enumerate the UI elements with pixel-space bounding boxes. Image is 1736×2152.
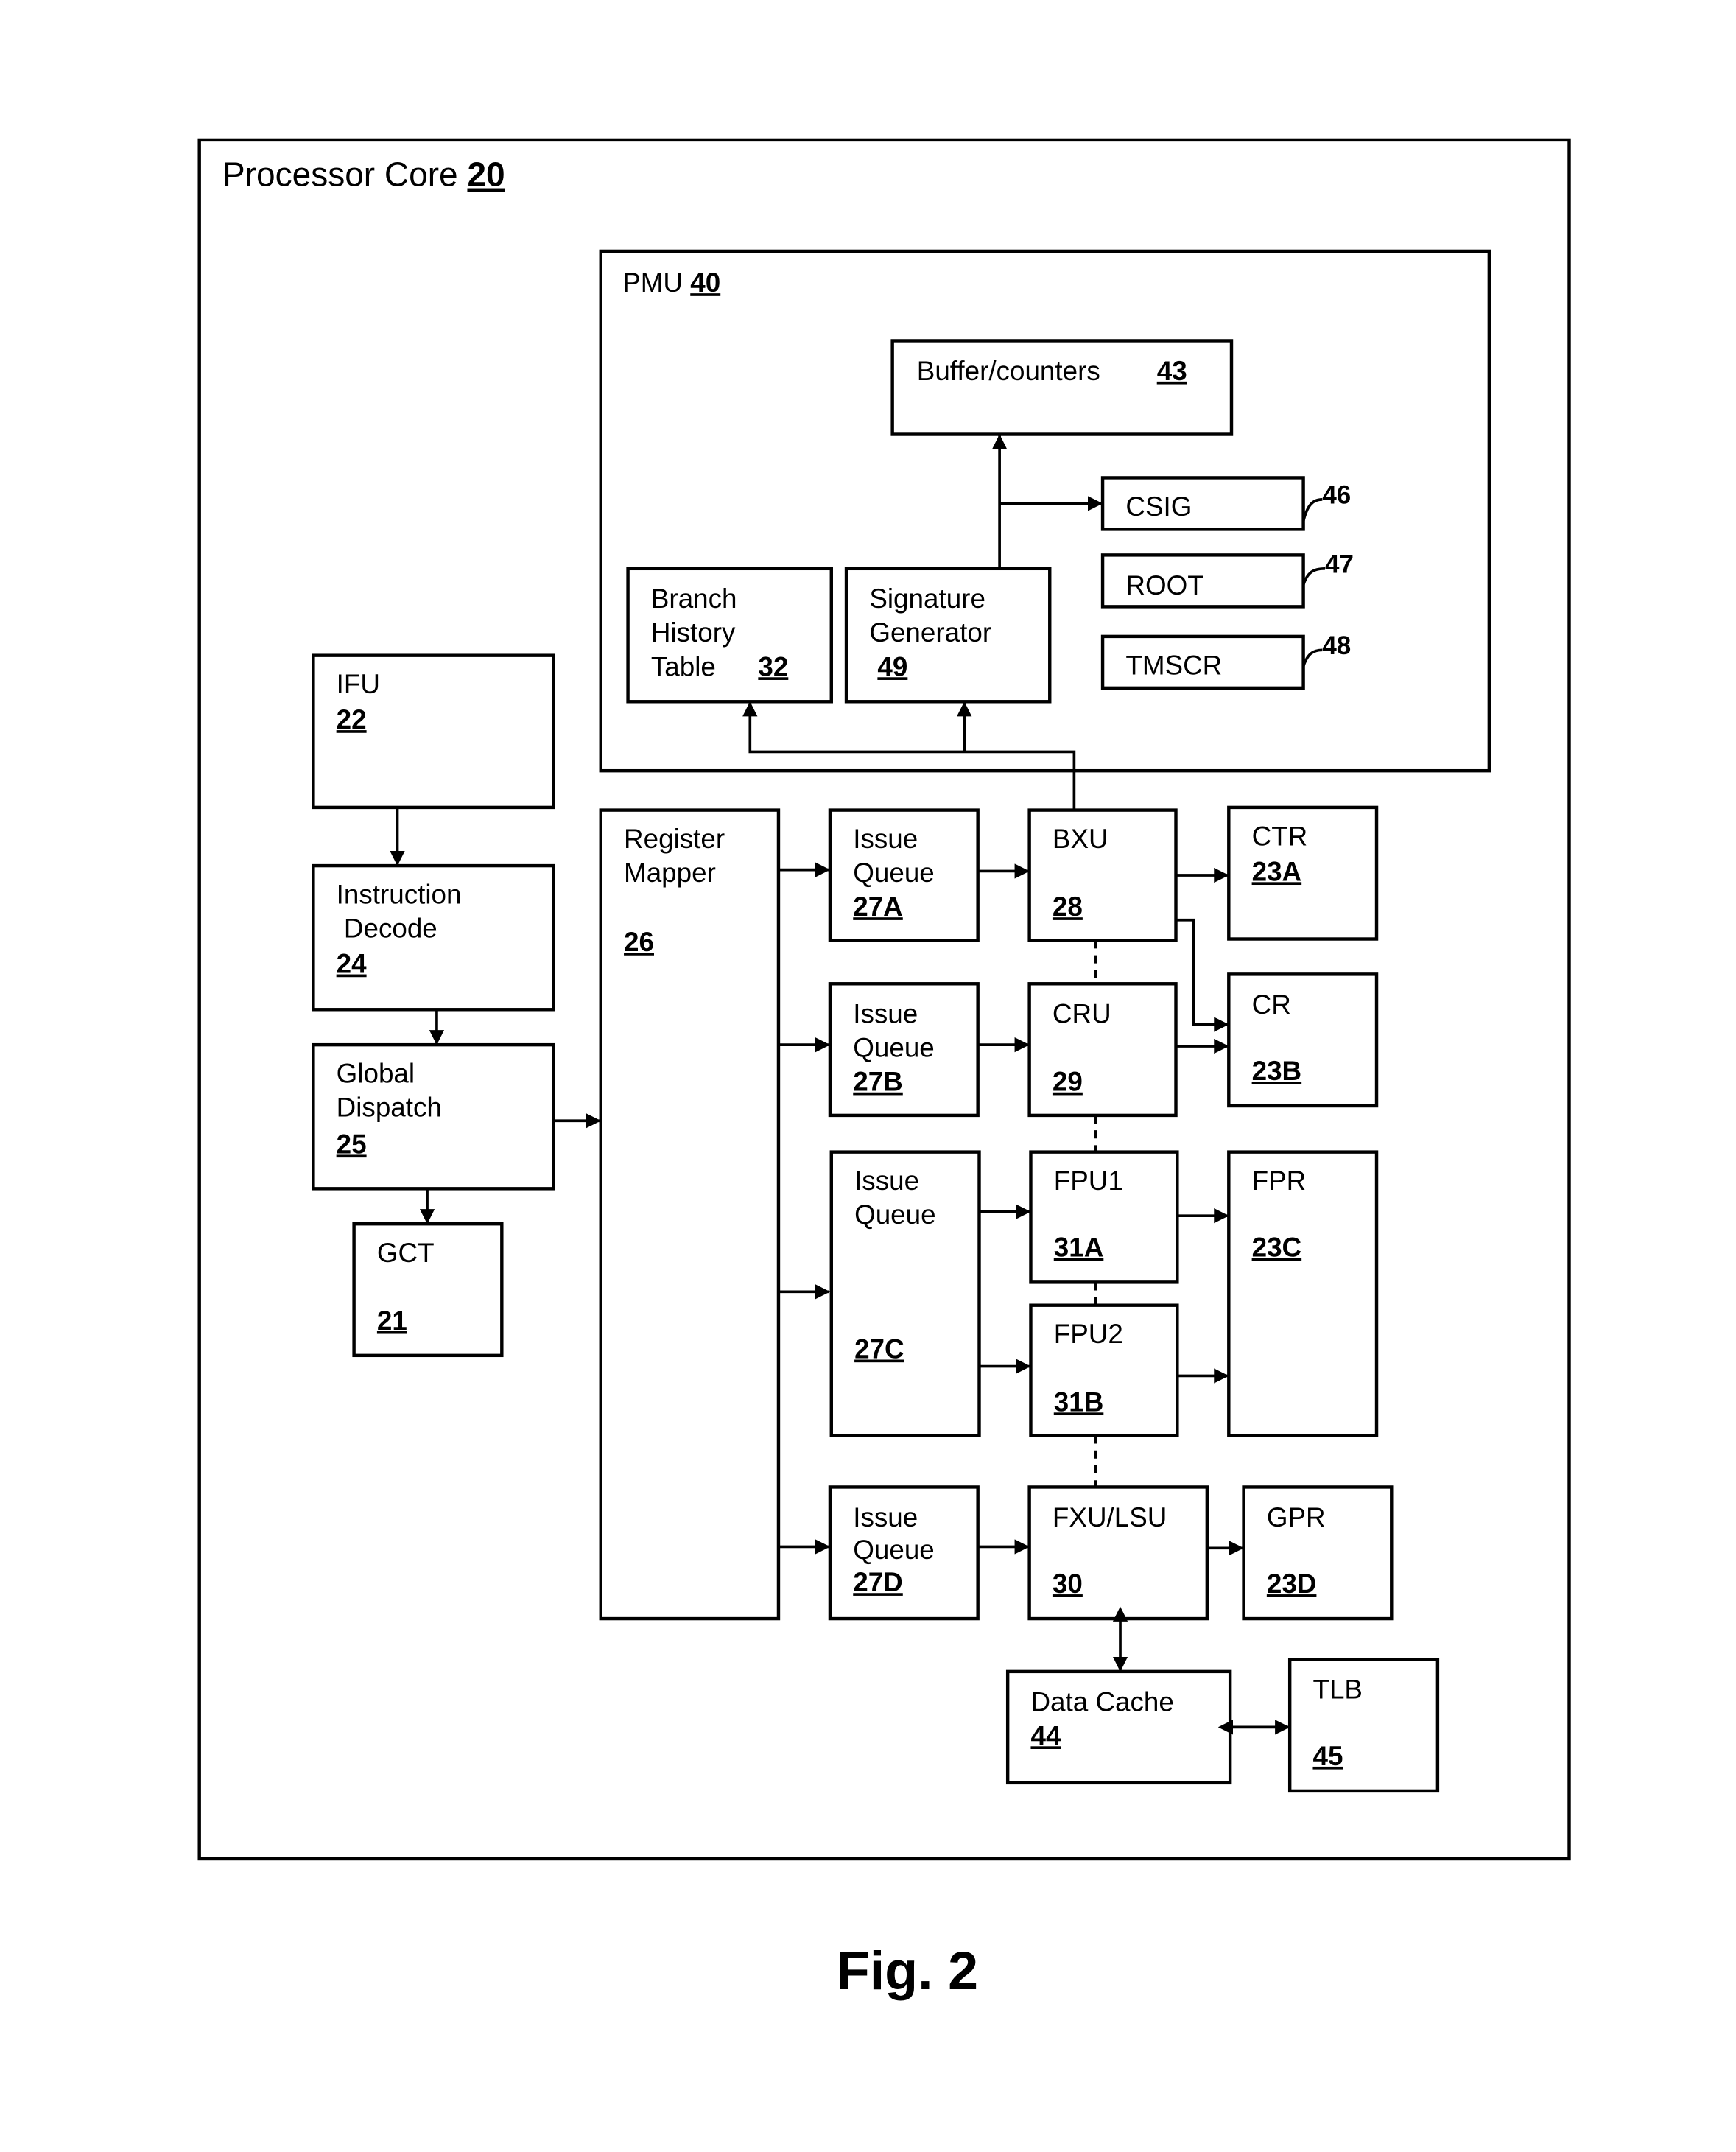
bxu-block: BXU 28: [1027, 808, 1178, 942]
svg-text:Buffer/counters: Buffer/counters: [917, 356, 1100, 386]
svg-text:24: 24: [337, 949, 367, 979]
svg-text:29: 29: [1053, 1067, 1083, 1097]
branch-history-table-block: Branch History Table 32: [626, 567, 833, 704]
svg-text:47: 47: [1325, 550, 1354, 578]
svg-text:46: 46: [1322, 480, 1351, 509]
issue-queue-d-block: Issue Queue 27D: [828, 1485, 980, 1621]
svg-text:ROOT: ROOT: [1125, 570, 1203, 600]
svg-text:28: 28: [1053, 891, 1083, 922]
register-mapper-block: Register Mapper 26: [599, 808, 781, 1621]
svg-text:31A: 31A: [1054, 1232, 1104, 1262]
fxu-lsu-block: FXU/LSU 30: [1027, 1485, 1209, 1621]
svg-text:Table: Table: [651, 651, 716, 681]
svg-text:TLB: TLB: [1312, 1675, 1363, 1705]
figure-caption: Fig. 2: [837, 1940, 978, 2001]
issue-queue-a-block: Issue Queue 27A: [828, 808, 980, 942]
svg-text:Generator: Generator: [869, 617, 991, 648]
svg-text:Mapper: Mapper: [624, 858, 716, 888]
instruction-decode-block: Instruction Decode 24: [312, 863, 555, 1012]
svg-text:27A: 27A: [853, 891, 903, 922]
cru-block: CRU 29: [1027, 982, 1178, 1118]
svg-text:FXU/LSU: FXU/LSU: [1053, 1502, 1167, 1532]
svg-text:IFU: IFU: [337, 669, 380, 699]
gct-block: GCT 21: [352, 1222, 504, 1358]
fpu2-block: FPU2 31B: [1029, 1303, 1179, 1437]
svg-text:32: 32: [758, 651, 788, 681]
svg-text:Instruction: Instruction: [337, 880, 462, 910]
svg-text:49: 49: [877, 651, 907, 681]
tlb-block: TLB 45: [1287, 1658, 1440, 1793]
svg-text:Data Cache: Data Cache: [1030, 1686, 1173, 1717]
svg-text:23D: 23D: [1267, 1569, 1317, 1599]
svg-text:Register: Register: [624, 824, 725, 854]
processor-core-title: Processor Core 20: [222, 155, 505, 194]
svg-text:Queue: Queue: [853, 858, 935, 888]
fpr-register-block: FPR 23C: [1227, 1150, 1379, 1437]
svg-text:27D: 27D: [853, 1567, 903, 1597]
svg-text:Decode: Decode: [337, 914, 437, 944]
svg-text:26: 26: [624, 927, 654, 957]
svg-text:44: 44: [1030, 1720, 1061, 1750]
svg-text:GPR: GPR: [1267, 1502, 1326, 1532]
processor-core-diagram: Processor Core 20 PMU 40 Buffer/counters…: [197, 138, 1571, 2001]
svg-text:Global: Global: [337, 1059, 415, 1089]
svg-text:CRU: CRU: [1053, 999, 1111, 1029]
svg-text:30: 30: [1053, 1569, 1083, 1599]
svg-text:FPR: FPR: [1252, 1166, 1307, 1196]
ctr-register-block: CTR 23A: [1227, 805, 1379, 941]
fpu1-block: FPU1 31A: [1029, 1150, 1179, 1284]
data-cache-block: Data Cache 44: [1005, 1669, 1232, 1785]
svg-text:Queue: Queue: [854, 1199, 936, 1230]
svg-text:27B: 27B: [853, 1067, 903, 1097]
svg-text:23B: 23B: [1252, 1056, 1302, 1086]
svg-text:Issue: Issue: [853, 1502, 918, 1532]
svg-text:23C: 23C: [1252, 1232, 1302, 1262]
svg-text:GCT: GCT: [377, 1238, 435, 1268]
svg-text:Issue: Issue: [853, 999, 918, 1029]
svg-text:Queue: Queue: [853, 1535, 935, 1565]
svg-text:43: 43: [1157, 356, 1187, 386]
svg-text:CR: CR: [1252, 989, 1291, 1020]
svg-text:21: 21: [377, 1305, 407, 1336]
svg-text:BXU: BXU: [1053, 824, 1108, 854]
signature-generator-block: Signature Generator 49: [844, 567, 1052, 704]
global-dispatch-block: Global Dispatch 25: [312, 1042, 555, 1191]
svg-text:CTR: CTR: [1252, 821, 1308, 851]
svg-text:Issue: Issue: [854, 1166, 919, 1196]
buffer-counters-block: Buffer/counters 43: [890, 339, 1234, 436]
svg-text:45: 45: [1312, 1741, 1343, 1771]
issue-queue-b-block: Issue Queue 27B: [828, 982, 980, 1118]
svg-text:25: 25: [337, 1129, 367, 1159]
svg-text:27C: 27C: [854, 1334, 904, 1364]
svg-text:23A: 23A: [1252, 856, 1302, 886]
svg-text:22: 22: [337, 704, 367, 735]
svg-text:Queue: Queue: [853, 1033, 935, 1063]
ifu-block: IFU 22: [312, 653, 555, 810]
svg-text:48: 48: [1322, 631, 1351, 660]
svg-text:Dispatch: Dispatch: [337, 1093, 442, 1123]
svg-text:CSIG: CSIG: [1125, 491, 1192, 522]
pmu-title: PMU 40: [622, 267, 720, 298]
svg-text:FPU2: FPU2: [1054, 1319, 1123, 1349]
svg-text:History: History: [651, 617, 736, 648]
svg-text:TMSCR: TMSCR: [1125, 650, 1222, 680]
svg-text:FPU1: FPU1: [1054, 1166, 1123, 1196]
svg-text:Branch: Branch: [651, 583, 737, 614]
svg-text:Issue: Issue: [853, 824, 918, 854]
cr-register-block: CR 23B: [1227, 972, 1379, 1108]
svg-text:31B: 31B: [1054, 1387, 1104, 1417]
svg-text:Signature: Signature: [869, 583, 985, 614]
gpr-register-block: GPR 23D: [1242, 1485, 1394, 1621]
issue-queue-c-block: Issue Queue 27C: [829, 1150, 981, 1437]
